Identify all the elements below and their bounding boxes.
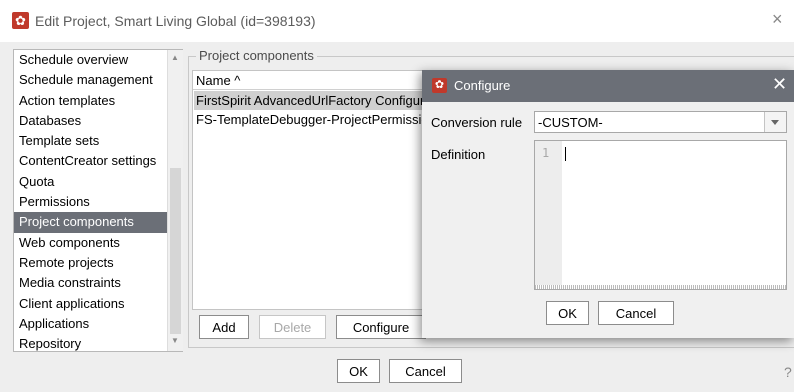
close-icon[interactable]: ✕ (772, 74, 787, 95)
sidebar-item-client-applications[interactable]: Client applications (14, 294, 167, 314)
dialog-cancel-button[interactable]: Cancel (598, 301, 674, 325)
sidebar-item-web-components[interactable]: Web components (14, 233, 167, 253)
sidebar-item-template-sets[interactable]: Template sets (14, 131, 167, 151)
sidebar-item-action-templates[interactable]: Action templates (14, 91, 167, 111)
group-label: Project components (196, 48, 317, 63)
sidebar-item-contentcreator-settings[interactable]: ContentCreator settings (14, 151, 167, 171)
sidebar-item-project-components[interactable]: Project components (14, 212, 167, 233)
gear-icon: ✿ (432, 78, 447, 93)
sidebar-item-repository[interactable]: Repository (14, 334, 167, 351)
chevron-down-icon[interactable] (764, 112, 786, 132)
scroll-up-icon[interactable]: ▲ (170, 53, 180, 65)
delete-button[interactable]: Delete (259, 315, 326, 339)
line-number: 1 (542, 146, 550, 160)
settings-nav-list[interactable]: Schedule overview Schedule management Acti… (13, 49, 183, 352)
nav-items: Schedule overview Schedule management Acti… (14, 50, 167, 351)
sidebar-item-permissions[interactable]: Permissions (14, 192, 167, 212)
scroll-thumb[interactable] (170, 168, 181, 334)
nav-scrollbar[interactable]: ▲ ▼ (167, 50, 183, 351)
window-titlebar: ✿ Edit Project, Smart Living Global (id=… (0, 0, 794, 42)
definition-editor[interactable]: 1 (534, 140, 787, 290)
definition-label: Definition (431, 147, 486, 162)
conversion-rule-label: Conversion rule (431, 115, 523, 130)
sidebar-item-media-constraints[interactable]: Media constraints (14, 273, 167, 293)
cancel-button[interactable]: Cancel (389, 359, 462, 383)
column-header-label: Name ^ (196, 73, 241, 88)
conversion-rule-select[interactable]: -CUSTOM- (534, 111, 787, 133)
sidebar-item-remote-projects[interactable]: Remote projects (14, 253, 167, 273)
sidebar-item-quota[interactable]: Quota (14, 172, 167, 192)
configure-button[interactable]: Configure (336, 315, 426, 339)
gear-icon: ✿ (12, 12, 29, 29)
sidebar-item-applications[interactable]: Applications (14, 314, 167, 334)
close-icon[interactable]: × (772, 9, 783, 30)
dialog-ok-button[interactable]: OK (546, 301, 589, 325)
row-name: FS-TemplateDebugger-ProjectPermissions (196, 112, 443, 127)
conversion-rule-value: -CUSTOM- (538, 115, 603, 130)
dialog-titlebar: ✿ Configure ✕ (422, 70, 794, 102)
window-title: Edit Project, Smart Living Global (id=39… (35, 13, 316, 29)
ok-button[interactable]: OK (337, 359, 380, 383)
row-name: FirstSpirit AdvancedUrlFactory Configura… (196, 93, 453, 108)
sidebar-item-schedule-overview[interactable]: Schedule overview (14, 50, 167, 70)
editor-scrollbar[interactable] (535, 285, 786, 289)
help-icon[interactable]: ? (784, 364, 792, 380)
add-button[interactable]: Add (199, 315, 249, 339)
scroll-down-icon[interactable]: ▼ (170, 336, 180, 348)
dialog-title: Configure (454, 78, 511, 93)
sidebar-item-schedule-management[interactable]: Schedule management (14, 70, 167, 90)
line-number-gutter: 1 (535, 141, 562, 289)
text-caret (565, 147, 566, 161)
sidebar-item-databases[interactable]: Databases (14, 111, 167, 131)
